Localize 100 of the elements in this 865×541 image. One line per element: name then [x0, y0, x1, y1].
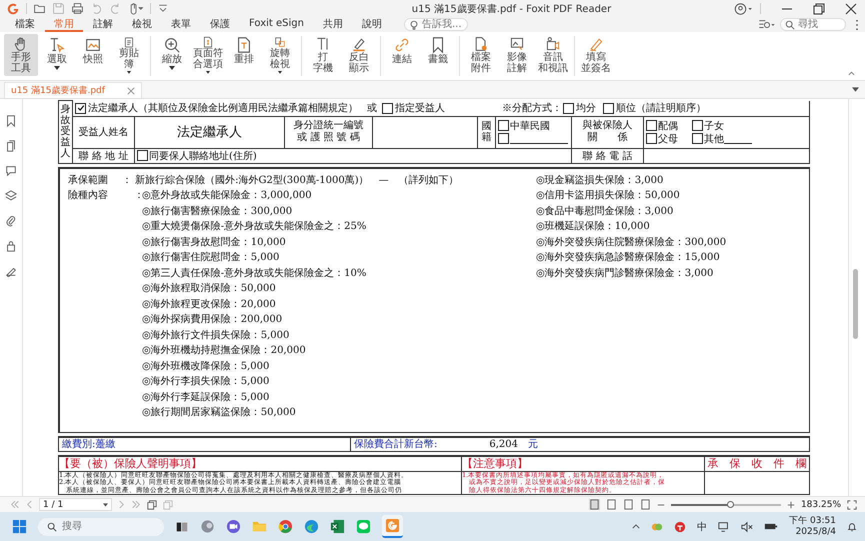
- globe-app-icon[interactable]: [200, 519, 215, 534]
- ribbon-button[interactable]: 音訊 和視訊: [536, 34, 570, 76]
- zoom-in-icon[interactable]: [786, 500, 795, 508]
- ribbon-button[interactable]: 選取: [40, 34, 74, 76]
- show-hidden-icon[interactable]: [632, 524, 640, 529]
- comment-panel-icon[interactable]: [5, 165, 17, 177]
- close-icon[interactable]: [845, 2, 857, 14]
- field-label: 聯 絡 電 話: [582, 150, 632, 162]
- checkbox[interactable]: [75, 102, 86, 114]
- taskbar-search-field[interactable]: 搜尋: [38, 518, 164, 536]
- checkbox[interactable]: [137, 150, 148, 161]
- hand-icon[interactable]: [128, 2, 144, 15]
- checkbox[interactable]: [498, 120, 509, 131]
- field-label: 承保範圍: [68, 174, 109, 188]
- zoom-level[interactable]: 183.25%: [800, 500, 841, 510]
- checkbox[interactable]: [646, 133, 657, 144]
- video-icon: [544, 36, 562, 52]
- field-label: ※分配方式：: [502, 102, 562, 115]
- menu-tab[interactable]: Foxit eSign: [240, 17, 313, 32]
- checkbox[interactable]: [646, 120, 657, 131]
- battery-icon[interactable]: [764, 522, 778, 531]
- customize-icon[interactable]: [157, 2, 169, 14]
- attachment-panel-icon[interactable]: [5, 215, 17, 227]
- copy-icon[interactable]: [147, 500, 158, 510]
- video-call-app-icon[interactable]: [226, 519, 241, 534]
- fullscreen-icon[interactable]: [847, 500, 857, 510]
- search-icon: [47, 522, 57, 532]
- facing-view-icon[interactable]: [622, 499, 634, 510]
- account-icon[interactable]: [734, 2, 754, 16]
- coverage-item: ◎旅行傷害醫療保險金：300,000: [142, 206, 292, 216]
- scrollbar-thumb[interactable]: [853, 269, 858, 339]
- app-logo-icon[interactable]: [6, 2, 20, 16]
- signature-panel-icon[interactable]: [5, 265, 17, 277]
- collapse-ribbon-icon[interactable]: [848, 71, 855, 76]
- ribbon-button[interactable]: 頁面符 合選項: [191, 34, 225, 76]
- menu-tab[interactable]: 檔案: [6, 17, 44, 32]
- task-view-icon[interactable]: [175, 520, 189, 534]
- option-label: 父母: [658, 132, 678, 146]
- continuous-view-icon[interactable]: [606, 499, 617, 510]
- bookmark-panel-icon[interactable]: [5, 115, 17, 127]
- folder-icon[interactable]: [33, 2, 46, 15]
- search-options-icon[interactable]: [758, 18, 776, 30]
- checkbox[interactable]: [692, 133, 703, 144]
- restore-icon[interactable]: [813, 2, 825, 14]
- page-field[interactable]: 1 / 1: [39, 498, 112, 511]
- notification-icon[interactable]: [847, 522, 857, 532]
- ribbon-button[interactable]: 反白 顯示: [342, 34, 376, 76]
- menu-tab[interactable]: 檢視: [123, 17, 161, 32]
- field-label: 或 護 照 號 碼: [297, 132, 360, 143]
- ribbon-button[interactable]: 剪貼 簿: [112, 34, 146, 76]
- menu-tab[interactable]: 說明: [352, 17, 391, 32]
- ribbon-button[interactable]: 填寫 並簽名: [579, 34, 613, 76]
- print-icon[interactable]: [71, 2, 84, 15]
- ribbon-button[interactable]: 快照: [76, 34, 110, 76]
- menu-tab[interactable]: 保護: [201, 17, 239, 32]
- layers-panel-icon[interactable]: [5, 190, 17, 202]
- ribbon-button[interactable]: 打 字機: [306, 34, 340, 76]
- more-icon[interactable]: [855, 18, 859, 30]
- browser-app-icon[interactable]: [304, 519, 319, 534]
- caret-icon: [103, 502, 108, 506]
- ribbon-button[interactable]: 旋轉 檢視: [263, 34, 297, 76]
- spreadsheet-app-icon[interactable]: [330, 519, 345, 534]
- field-label: 身分證統一編號: [294, 120, 364, 131]
- checkbox[interactable]: [498, 133, 509, 144]
- section-heading: 承 保 收 件 欄: [705, 456, 809, 472]
- ribbon-button[interactable]: 書籤: [421, 34, 455, 76]
- coverage-item: ◎旅行期間居家竊盜保險：50,000: [142, 407, 296, 418]
- input-method-indicator[interactable]: 中: [697, 520, 708, 534]
- checkbox[interactable]: [692, 120, 703, 131]
- payment-method: 繳費別:躉繳: [62, 438, 116, 451]
- ribbon-button[interactable]: 檔案 附件: [464, 34, 498, 76]
- ribbon-button[interactable]: 重排: [227, 34, 261, 76]
- menu-tab[interactable]: 共用: [314, 17, 352, 32]
- clock-time[interactable]: 下午 03:51: [789, 516, 836, 526]
- continuous-facing-view-icon[interactable]: [640, 499, 651, 510]
- document-tab[interactable]: u15 滿15歲要保書.pdf: [4, 82, 142, 98]
- checkbox[interactable]: [603, 102, 614, 114]
- ribbon-button[interactable]: 手形 工具: [4, 34, 38, 76]
- menu-tab[interactable]: 表單: [162, 17, 200, 32]
- ribbon-button[interactable]: 連結: [385, 34, 419, 76]
- volume-muted-icon[interactable]: [741, 520, 754, 532]
- checkbox[interactable]: [382, 102, 393, 114]
- network-icon[interactable]: [718, 520, 730, 532]
- tab-list-icon[interactable]: [852, 87, 859, 92]
- option-label: 配偶: [658, 120, 678, 132]
- start-icon[interactable]: [12, 519, 27, 534]
- single-page-view-icon[interactable]: [588, 499, 600, 510]
- ribbon-button[interactable]: 縮放: [155, 34, 189, 76]
- browser-app-icon[interactable]: [278, 519, 293, 534]
- antivirus-icon[interactable]: [674, 520, 686, 532]
- ribbon-button[interactable]: 影像 註解: [500, 34, 534, 76]
- lock-panel-icon[interactable]: [5, 240, 17, 252]
- pages-panel-icon[interactable]: [5, 140, 17, 152]
- clock-date[interactable]: 2025/8/4: [796, 526, 836, 538]
- menu-tab[interactable]: 註解: [84, 17, 122, 32]
- coverage-item: ◎重大燒燙傷保險-意外身故或失能保險金之：25%: [142, 221, 366, 232]
- tell-me-field[interactable]: 告訴我...: [404, 18, 468, 31]
- search-field[interactable]: 尋找: [780, 18, 846, 31]
- checkbox[interactable]: [563, 102, 574, 114]
- image-icon: [508, 36, 526, 52]
